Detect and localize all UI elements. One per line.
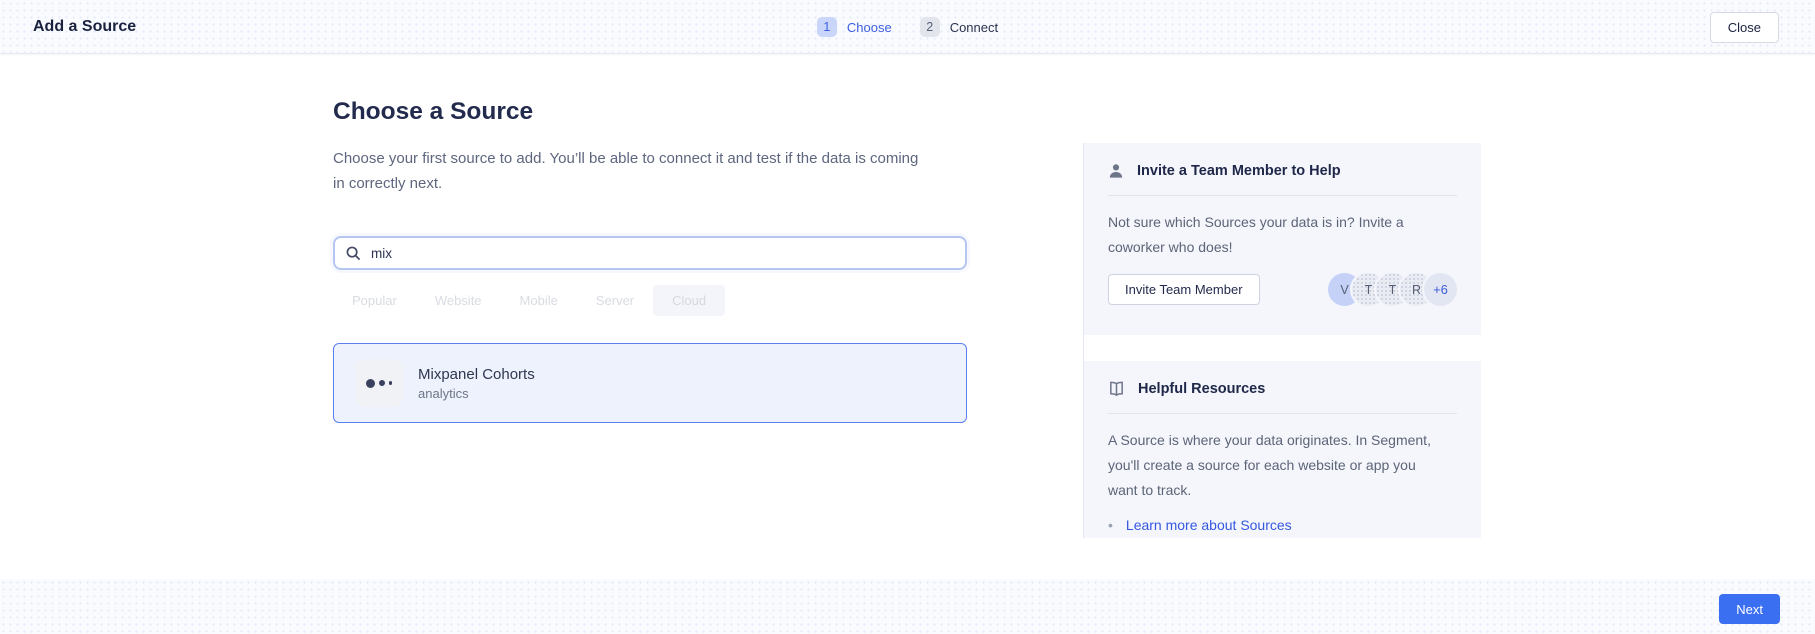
- modal-footer: Next: [0, 579, 1815, 634]
- page-heading: Choose a Source: [333, 98, 533, 126]
- source-subtitle: analytics: [418, 386, 535, 401]
- source-search-box[interactable]: [333, 236, 967, 270]
- search-input[interactable]: [371, 246, 954, 261]
- step-choose[interactable]: 1 Choose: [817, 17, 892, 37]
- mixpanel-dots-logo-icon: [355, 359, 403, 407]
- avatar-overflow-badge: +6: [1424, 273, 1457, 306]
- resources-panel-header: Helpful Resources: [1108, 377, 1457, 401]
- page-description: Choose your first source to add. You’ll …: [333, 146, 933, 196]
- step-number-badge: 1: [817, 17, 837, 37]
- category-filter-row: Popular Website Mobile Server Cloud: [333, 285, 725, 315]
- filter-cloud[interactable]: Cloud: [653, 285, 725, 316]
- filter-popular[interactable]: Popular: [333, 285, 416, 316]
- stepper: 1 Choose 2 Connect: [0, 0, 1815, 54]
- team-avatar-stack: V T T R +6: [1328, 273, 1457, 306]
- help-sidebar: Invite a Team Member to Help Not sure wh…: [1083, 143, 1481, 538]
- divider: [1108, 195, 1457, 196]
- close-button[interactable]: Close: [1710, 12, 1779, 43]
- person-icon: [1108, 163, 1124, 179]
- step-label: Choose: [847, 20, 892, 35]
- source-card-text: Mixpanel Cohorts analytics: [418, 366, 535, 401]
- step-label: Connect: [950, 20, 998, 35]
- filter-mobile[interactable]: Mobile: [501, 285, 577, 316]
- divider: [1108, 413, 1457, 414]
- invite-team-member-button[interactable]: Invite Team Member: [1108, 274, 1260, 305]
- step-connect[interactable]: 2 Connect: [920, 17, 998, 37]
- resources-panel-body: A Source is where your data originates. …: [1108, 428, 1446, 503]
- next-button[interactable]: Next: [1719, 594, 1780, 624]
- resource-list: Learn more about Sources: [1108, 517, 1457, 533]
- invite-panel-title: Invite a Team Member to Help: [1137, 163, 1341, 179]
- list-item: Learn more about Sources: [1108, 517, 1457, 533]
- invite-panel: Invite a Team Member to Help Not sure wh…: [1084, 143, 1481, 335]
- source-card-mixpanel-cohorts[interactable]: Mixpanel Cohorts analytics: [333, 343, 967, 423]
- resources-panel-title: Helpful Resources: [1138, 381, 1265, 397]
- resources-panel: Helpful Resources A Source is where your…: [1084, 361, 1481, 538]
- filter-website[interactable]: Website: [416, 285, 501, 316]
- source-title: Mixpanel Cohorts: [418, 366, 535, 383]
- modal-header: Add a Source 1 Choose 2 Connect Close: [0, 0, 1815, 54]
- page-title: Add a Source: [33, 0, 136, 54]
- step-number-badge: 2: [920, 17, 940, 37]
- filter-server[interactable]: Server: [577, 285, 653, 316]
- learn-more-sources-link[interactable]: Learn more about Sources: [1126, 517, 1292, 533]
- book-icon: [1108, 381, 1125, 397]
- invite-row: Invite Team Member V T T R +6: [1108, 273, 1457, 306]
- invite-panel-header: Invite a Team Member to Help: [1108, 159, 1457, 183]
- invite-panel-body: Not sure which Sources your data is in? …: [1108, 210, 1446, 260]
- search-icon: [346, 246, 361, 261]
